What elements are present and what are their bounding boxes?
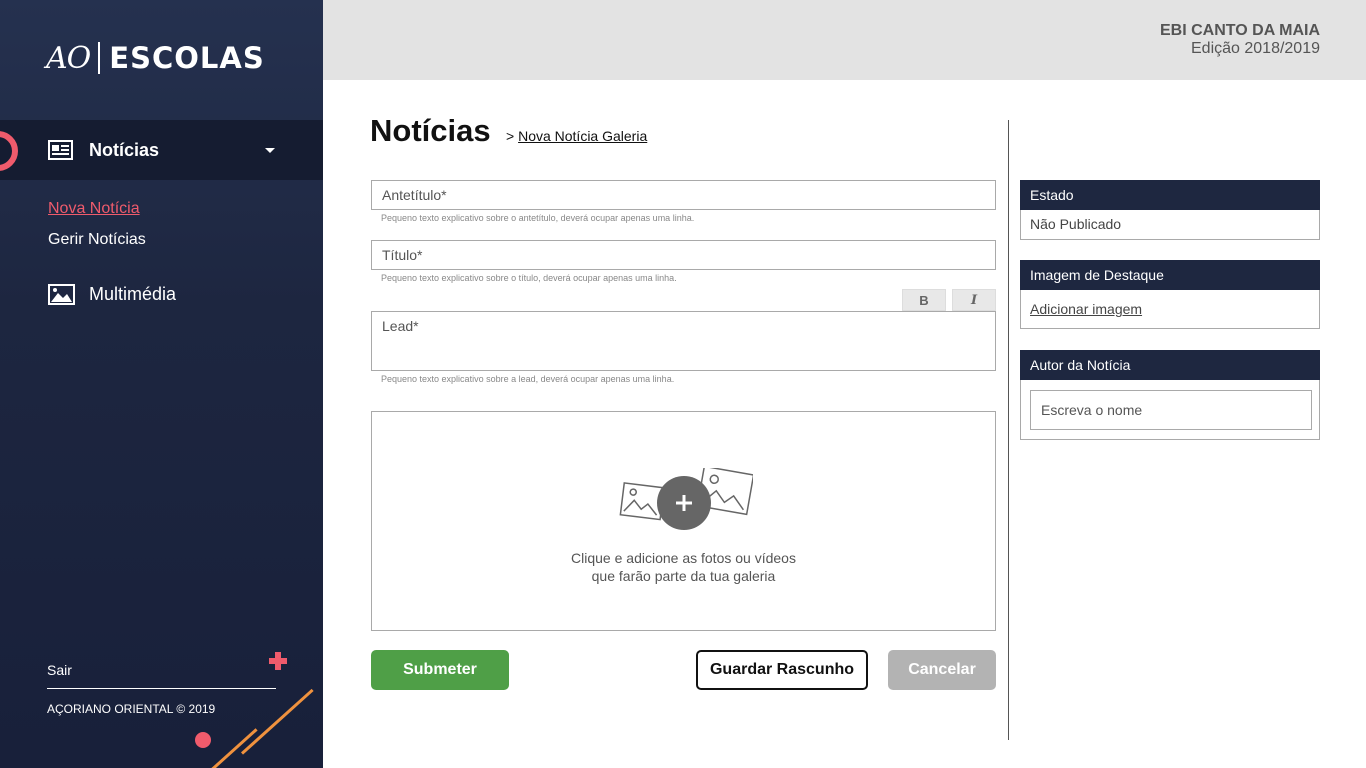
estado-header: Estado — [1020, 180, 1320, 210]
school-info: EBI CANTO DA MAIA Edição 2018/2019 — [1160, 22, 1320, 58]
italic-button[interactable]: I — [952, 289, 996, 311]
submit-button[interactable]: Submeter — [371, 650, 509, 690]
image-icon — [48, 284, 75, 305]
sidebar-item-gerir-noticias[interactable]: Gerir Notícias — [48, 231, 146, 249]
antetitulo-help: Pequeno texto explicativo sobre o antetí… — [381, 213, 695, 223]
top-header: EBI CANTO DA MAIA Edição 2018/2019 — [323, 0, 1366, 80]
divider — [47, 688, 276, 689]
breadcrumb-separator: > — [506, 128, 515, 144]
gallery-dropzone[interactable]: Clique e adicione as fotos ou vídeos que… — [371, 411, 996, 631]
logo-divider — [98, 42, 101, 74]
gallery-add-icon — [619, 468, 753, 530]
autor-header: Autor da Notícia — [1020, 350, 1320, 380]
nav-noticias[interactable]: Notícias — [0, 120, 323, 180]
cancel-button[interactable]: Cancelar — [888, 650, 996, 690]
decor-line — [240, 688, 314, 755]
logo[interactable]: AO ESCOLAS — [46, 38, 265, 78]
page-title: Notícias — [370, 113, 491, 148]
bold-button[interactable]: B — [902, 289, 946, 311]
logo-escolas: ESCOLAS — [109, 41, 265, 75]
chevron-down-icon[interactable] — [265, 147, 275, 153]
add-image-link[interactable]: Adicionar imagem — [1030, 301, 1142, 317]
author-name-input[interactable]: Escreva o nome — [1030, 390, 1312, 430]
dropzone-text-2: que farão parte da tua galeria — [591, 568, 776, 584]
breadcrumb-link[interactable]: Nova Notícia Galeria — [518, 128, 647, 144]
antetitulo-input[interactable]: Antetítulo* — [371, 180, 996, 210]
save-draft-button[interactable]: Guardar Rascunho — [696, 650, 868, 690]
lead-textarea[interactable]: Lead* — [371, 311, 996, 371]
plus-icon — [269, 652, 287, 670]
decor-line — [210, 728, 258, 768]
decor-dot — [195, 732, 211, 748]
copyright: AÇORIANO ORIENTAL © 2019 — [47, 702, 216, 716]
titulo-input[interactable]: Título* — [371, 240, 996, 270]
breadcrumb: > Nova Notícia Galeria — [506, 128, 647, 144]
sidebar: AO ESCOLAS Notícias Nova Notícia Gerir N… — [0, 0, 323, 768]
imagem-destaque-box: Adicionar imagem — [1020, 290, 1320, 329]
nav-multimedia[interactable]: Multimédia — [0, 280, 323, 310]
lead-help: Pequeno texto explicativo sobre a lead, … — [381, 374, 675, 384]
estado-value: Não Publicado — [1020, 210, 1320, 240]
dropzone-text-1: Clique e adicione as fotos ou vídeos — [571, 550, 796, 566]
logo-ao: AO — [46, 40, 91, 76]
school-edition: Edição 2018/2019 — [1191, 40, 1320, 57]
nav-noticias-label: Notícias — [89, 139, 160, 160]
imagem-destaque-header: Imagem de Destaque — [1020, 260, 1320, 290]
nav-multimedia-label: Multimédia — [89, 284, 177, 304]
active-ring-icon — [0, 131, 18, 171]
newspaper-icon — [48, 140, 73, 160]
logout-link[interactable]: Sair — [47, 662, 72, 678]
titulo-help: Pequeno texto explicativo sobre o título… — [381, 273, 677, 283]
school-name: EBI CANTO DA MAIA — [1160, 22, 1320, 39]
vertical-divider — [1008, 120, 1009, 740]
sidebar-item-nova-noticia[interactable]: Nova Notícia — [48, 200, 140, 218]
